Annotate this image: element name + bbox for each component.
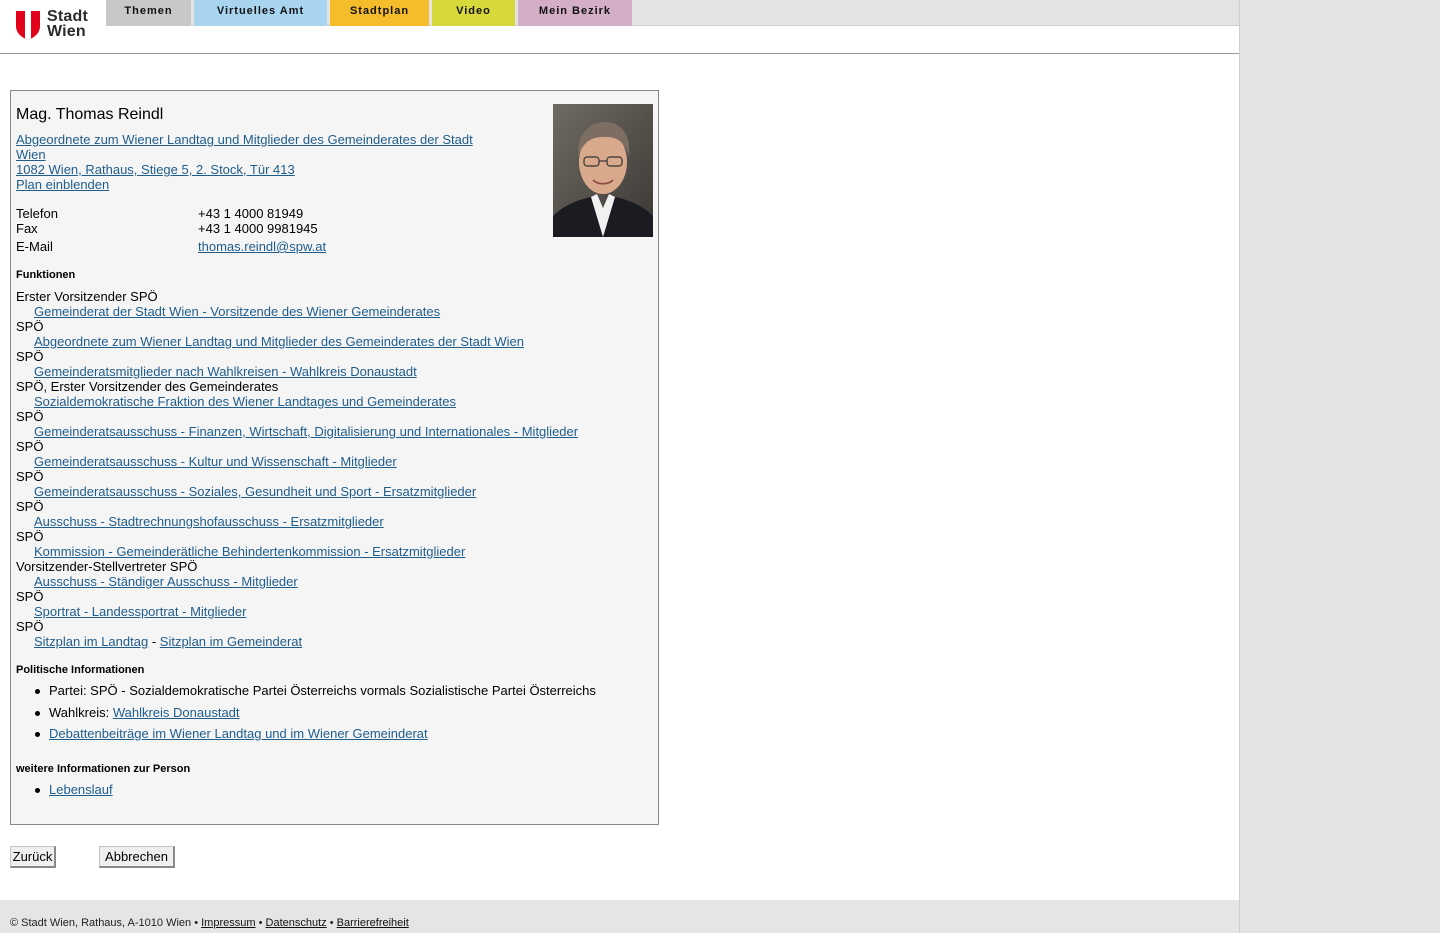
function-link[interactable]: Gemeinderatsmitglieder nach Wahlkreisen … xyxy=(34,364,417,379)
tab-stadtplan[interactable]: Stadtplan xyxy=(330,0,429,26)
wien-shield-icon xyxy=(16,11,40,40)
fax-label: Fax xyxy=(16,221,38,236)
barrierefreiheit-link[interactable]: Barrierefreiheit xyxy=(337,917,409,929)
further-info-heading: weitere Informationen zur Person xyxy=(16,763,191,775)
address-link[interactable]: 1082 Wien, Rathaus, Stiege 5, 2. Stock, … xyxy=(16,162,295,177)
footer-text: © Stadt Wien, Rathaus, A-1010 Wien • Imp… xyxy=(10,917,409,929)
function-role: SPÖ xyxy=(16,349,44,364)
sitzplan-separator: - xyxy=(151,634,157,649)
function-link[interactable]: Sportrat - Landessportrat - Mitglieder xyxy=(34,604,246,619)
cancel-button[interactable]: Abbrechen xyxy=(99,846,175,868)
functions-heading: Funktionen xyxy=(16,269,76,281)
function-role: SPÖ xyxy=(16,529,44,544)
bullet xyxy=(35,788,40,793)
footer-separator: • xyxy=(194,917,199,929)
sitzplan-landtag-link[interactable]: Sitzplan im Landtag xyxy=(34,634,148,649)
function-link[interactable]: Gemeinderatsausschuss - Soziales, Gesund… xyxy=(34,484,476,499)
wahlkreis-info: Wahlkreis: Wahlkreis Donaustadt xyxy=(49,705,240,720)
email-link[interactable]: thomas.reindl@spw.at xyxy=(198,239,326,254)
function-link[interactable]: Abgeordnete zum Wiener Landtag und Mitgl… xyxy=(34,334,524,349)
fax-value: +43 1 4000 9981945 xyxy=(198,221,318,236)
back-button[interactable]: Zurück xyxy=(10,846,56,868)
function-role: SPÖ xyxy=(16,439,44,454)
person-photo xyxy=(553,104,653,237)
tab-video[interactable]: Video xyxy=(432,0,515,26)
function-link[interactable]: Gemeinderatsausschuss - Kultur und Wisse… xyxy=(34,454,397,469)
title-link-line-1[interactable]: Abgeordnete zum Wiener Landtag und Mitgl… xyxy=(16,132,473,147)
logo-line-1: Stadt xyxy=(47,8,88,25)
function-role: Vorsitzender-Stellvertreter SPÖ xyxy=(16,559,198,574)
sitzplan-links: Sitzplan im Landtag - Sitzplan im Gemein… xyxy=(34,634,302,649)
footer-separator: • xyxy=(329,917,334,929)
datenschutz-link[interactable]: Datenschutz xyxy=(266,917,327,929)
tab-virtuelles-amt[interactable]: Virtuelles Amt xyxy=(194,0,327,26)
function-link[interactable]: Gemeinderatsausschuss - Finanzen, Wirtsc… xyxy=(34,424,578,439)
function-role: SPÖ xyxy=(16,499,44,514)
lebenslauf-link[interactable]: Lebenslauf xyxy=(49,782,113,797)
function-link[interactable]: Ausschuss - Stadtrechnungshofausschuss -… xyxy=(34,514,384,529)
tab-themen[interactable]: Themen xyxy=(106,0,191,26)
impressum-link[interactable]: Impressum xyxy=(201,917,255,929)
tab-mein-bezirk[interactable]: Mein Bezirk xyxy=(518,0,632,26)
sitzplan-gemeinderat-link[interactable]: Sitzplan im Gemeinderat xyxy=(160,634,302,649)
debates-link[interactable]: Debattenbeiträge im Wiener Landtag und i… xyxy=(49,726,428,741)
email-label: E-Mail xyxy=(16,239,53,254)
person-name: Mag. Thomas Reindl xyxy=(16,106,164,123)
political-heading: Politische Informationen xyxy=(16,664,145,676)
bullet xyxy=(35,711,40,716)
function-role: SPÖ xyxy=(16,319,44,334)
logo-line-2: Wien xyxy=(47,23,86,40)
logo-text: Stadt Wien xyxy=(47,8,88,40)
function-role: SPÖ xyxy=(16,469,44,484)
wahlkreis-label: Wahlkreis: xyxy=(49,705,110,720)
bullet xyxy=(35,732,40,737)
function-role: SPÖ xyxy=(16,589,44,604)
function-link[interactable]: Gemeinderat der Stadt Wien - Vorsitzende… xyxy=(34,304,440,319)
bullet xyxy=(35,689,40,694)
function-role: SPÖ xyxy=(16,619,44,634)
phone-value: +43 1 4000 81949 xyxy=(198,206,304,221)
footer-copyright: © Stadt Wien, Rathaus, A-1010 Wien xyxy=(10,917,192,929)
person-detail-panel: Mag. Thomas Reindl Abgeordnete zum Wiene… xyxy=(10,90,659,825)
site-footer: © Stadt Wien, Rathaus, A-1010 Wien • Imp… xyxy=(0,900,1239,933)
footer-separator: • xyxy=(258,917,263,929)
plan-link[interactable]: Plan einblenden xyxy=(16,177,109,192)
function-role: SPÖ xyxy=(16,409,44,424)
function-link[interactable]: Sozialdemokratische Fraktion des Wiener … xyxy=(34,394,456,409)
function-link[interactable]: Kommission - Gemeinderätliche Behinderte… xyxy=(34,544,465,559)
title-link-line-2[interactable]: Wien xyxy=(16,147,46,162)
function-link[interactable]: Ausschuss - Ständiger Ausschuss - Mitgli… xyxy=(34,574,298,589)
function-role: SPÖ, Erster Vorsitzender des Gemeinderat… xyxy=(16,379,279,394)
stadt-wien-logo[interactable]: Stadt Wien xyxy=(16,9,96,43)
page: Stadt Wien Themen Virtuelles Amt Stadtpl… xyxy=(0,0,1240,933)
wahlkreis-link[interactable]: Wahlkreis Donaustadt xyxy=(113,705,240,720)
party-info: Partei: SPÖ - Sozialdemokratische Partei… xyxy=(49,683,596,698)
portrait-image xyxy=(553,104,653,237)
function-role: Erster Vorsitzender SPÖ xyxy=(16,289,158,304)
phone-label: Telefon xyxy=(16,206,58,221)
site-header: Stadt Wien Themen Virtuelles Amt Stadtpl… xyxy=(0,0,1239,54)
